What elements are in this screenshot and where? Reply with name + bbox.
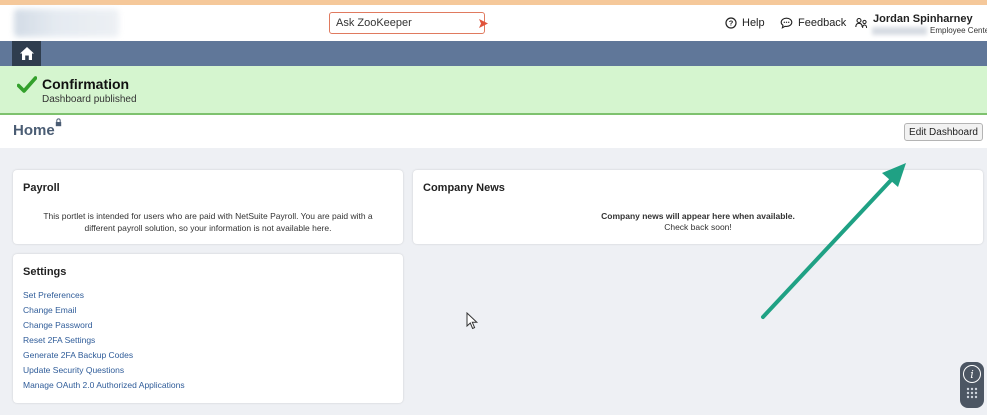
help-widget[interactable]: i: [960, 362, 984, 408]
info-icon: i: [963, 365, 981, 383]
annotation-arrow: [761, 163, 906, 319]
grid-menu-icon: [966, 387, 978, 399]
mouse-pointer-icon: [466, 312, 479, 330]
